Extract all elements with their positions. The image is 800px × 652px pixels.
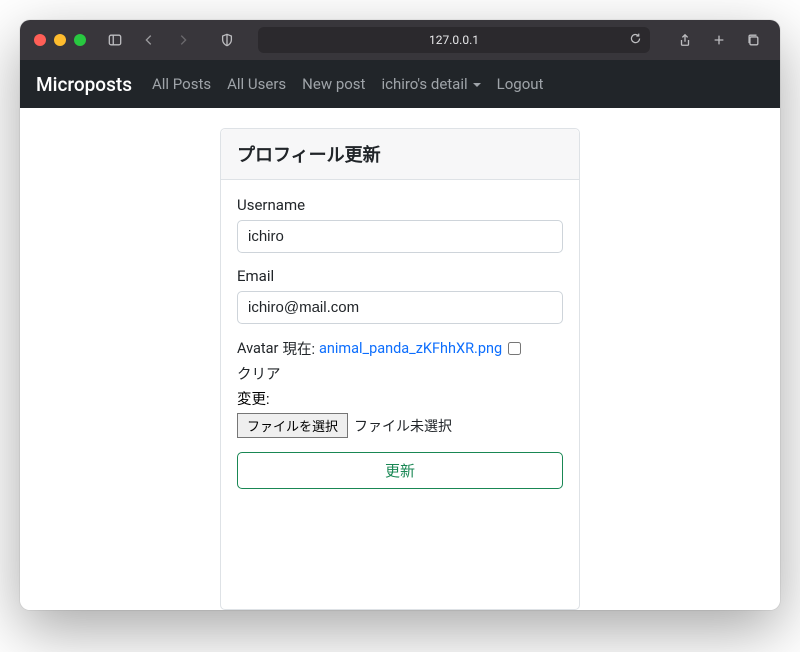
address-text: 127.0.0.1 <box>429 33 479 47</box>
share-icon[interactable] <box>672 28 698 52</box>
traffic-lights <box>34 34 86 46</box>
brand[interactable]: Microposts <box>36 73 132 96</box>
nav-logout[interactable]: Logout <box>497 75 544 93</box>
browser-window: 127.0.0.1 Microposts All Posts All Users… <box>20 20 780 610</box>
new-tab-icon[interactable] <box>706 28 732 52</box>
reload-icon[interactable] <box>629 32 642 48</box>
page-content: プロフィール更新 Username Email Avatar現在: animal… <box>20 108 780 610</box>
email-label: Email <box>237 267 563 285</box>
avatar-clear-checkbox[interactable] <box>508 342 521 355</box>
maximize-window-button[interactable] <box>74 34 86 46</box>
tabs-overview-icon[interactable] <box>740 28 766 52</box>
submit-button[interactable]: 更新 <box>237 452 563 489</box>
browser-titlebar: 127.0.0.1 <box>20 20 780 60</box>
username-input[interactable] <box>237 220 563 253</box>
sidebar-toggle-icon[interactable] <box>102 28 128 52</box>
avatar-clear-label: クリア <box>237 363 281 384</box>
username-label: Username <box>237 196 563 214</box>
avatar-current-row: Avatar現在: animal_panda_zKFhhXR.png クリア <box>237 338 563 384</box>
email-input[interactable] <box>237 291 563 324</box>
address-bar[interactable]: 127.0.0.1 <box>258 27 650 53</box>
avatar-label: Avatar <box>237 340 278 357</box>
nav-new-post[interactable]: New post <box>302 75 365 93</box>
close-window-button[interactable] <box>34 34 46 46</box>
file-status-text: ファイル未選択 <box>354 416 452 436</box>
nav-all-posts[interactable]: All Posts <box>152 75 211 93</box>
file-input-row: ファイルを選択 ファイル未選択 <box>237 413 563 438</box>
minimize-window-button[interactable] <box>54 34 66 46</box>
nav-all-users[interactable]: All Users <box>227 75 286 93</box>
file-choose-button[interactable]: ファイルを選択 <box>237 413 348 438</box>
avatar-change-label: 変更: <box>237 388 563 409</box>
back-button[interactable] <box>136 28 162 52</box>
nav-user-detail-dropdown[interactable]: ichiro's detail <box>381 75 480 93</box>
app-navbar: Microposts All Posts All Users New post … <box>20 60 780 108</box>
privacy-shield-icon[interactable] <box>214 28 240 52</box>
avatar-current-label: 現在: <box>282 338 315 359</box>
profile-update-card: プロフィール更新 Username Email Avatar現在: animal… <box>220 128 580 610</box>
forward-button[interactable] <box>170 28 196 52</box>
avatar-filename-link[interactable]: animal_panda_zKFhhXR.png <box>319 340 502 357</box>
card-title: プロフィール更新 <box>221 129 579 180</box>
